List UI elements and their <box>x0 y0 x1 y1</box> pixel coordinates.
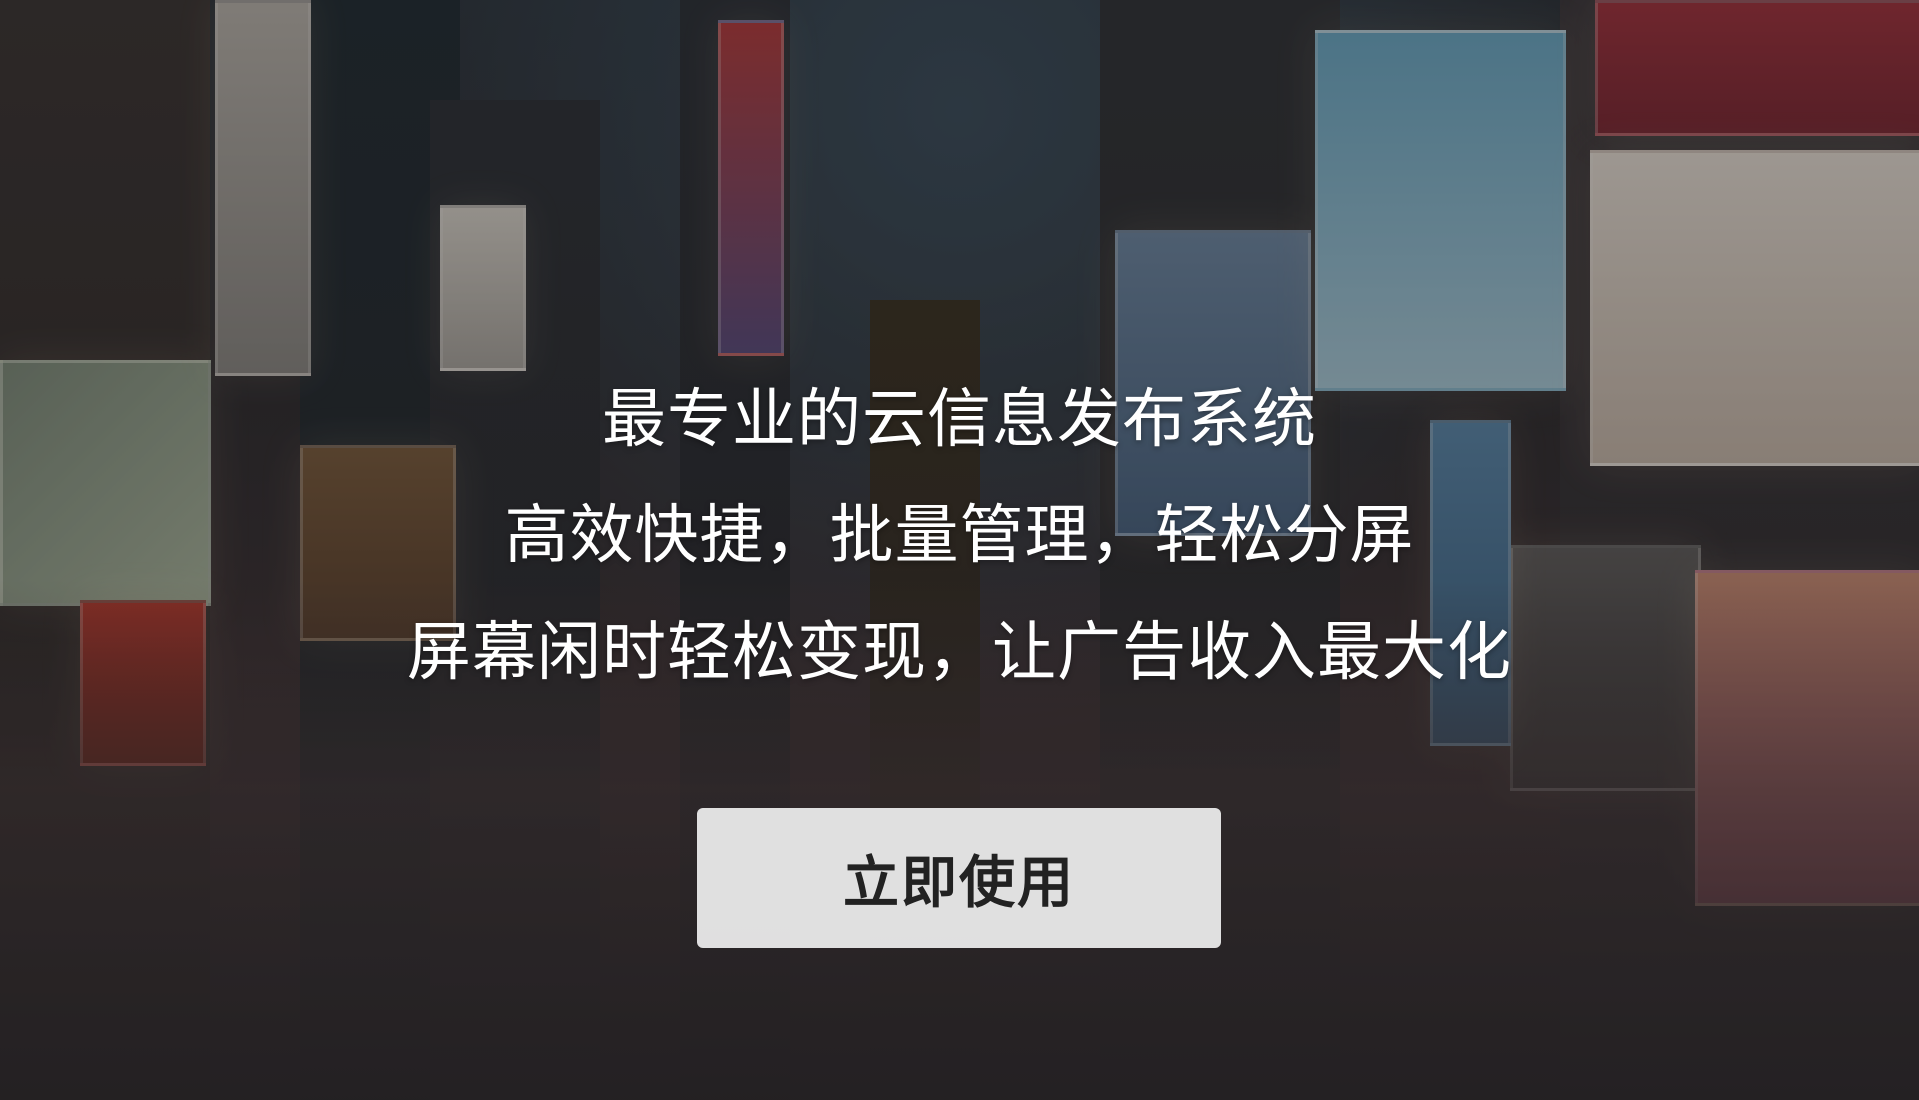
headline-line-2: 高效快捷，批量管理，轻松分屏 <box>504 499 1415 573</box>
headline-line-1: 最专业的云信息发布系统 <box>602 383 1317 457</box>
hero-section: 最专业的云信息发布系统 高效快捷，批量管理，轻松分屏 屏幕闲时轻松变现，让广告收… <box>0 0 1919 1100</box>
headline-line-3: 屏幕闲时轻松变现，让广告收入最大化 <box>407 616 1512 690</box>
start-using-button[interactable]: 立即使用 <box>697 808 1221 948</box>
